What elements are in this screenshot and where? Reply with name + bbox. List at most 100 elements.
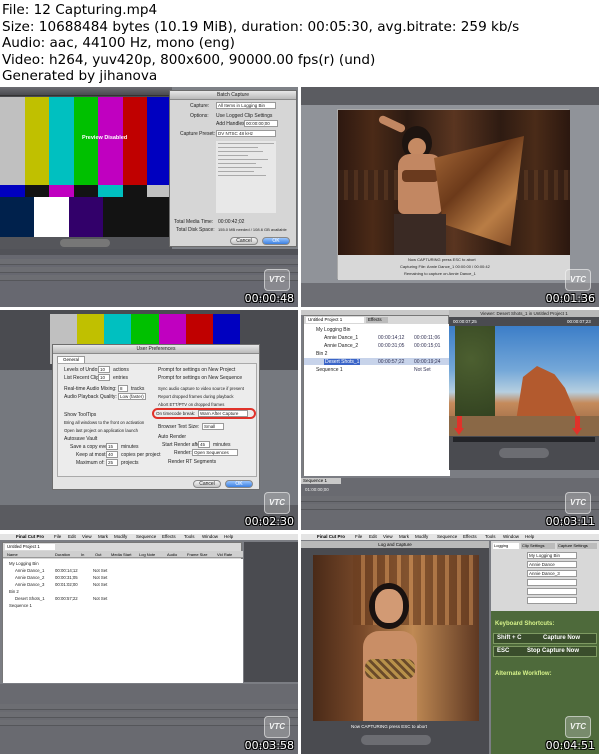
menu-file[interactable]: File	[54, 534, 61, 540]
menu-edit[interactable]: Edit	[369, 534, 377, 540]
show-tooltips-checkbox[interactable]: Show ToolTips	[64, 412, 96, 418]
col-vid-rate[interactable]: Vid Rate	[217, 551, 232, 558]
menu-view[interactable]: View	[82, 534, 92, 540]
menu-mark[interactable]: Mark	[399, 534, 409, 540]
levels-undo-field[interactable]: 10	[98, 366, 110, 373]
sync-audio-checkbox[interactable]: Sync audio capture to video source if pr…	[158, 386, 244, 391]
total-media-value: 00:00:42;02	[218, 219, 245, 225]
col-log-note[interactable]: Log Note	[139, 551, 155, 558]
prompt-sequence-checkbox[interactable]: Prompt for settings on New Sequence	[158, 375, 242, 381]
ok-button[interactable]: OK	[225, 480, 253, 488]
name-field[interactable]: Annie Dance_3	[527, 570, 577, 577]
row-name[interactable]: My Logging Bin	[9, 561, 39, 566]
clip-desert-1[interactable]: Desert Shots_1	[324, 359, 361, 365]
col-audio[interactable]: Audio	[167, 551, 177, 558]
capture-select[interactable]: All Items in Logging Bin	[216, 102, 276, 109]
capture-status-3: Remaining to capture on Annie Dance_1	[404, 271, 476, 276]
sequence-1[interactable]: Sequence 1	[316, 367, 343, 373]
tab-general[interactable]: General	[57, 356, 85, 363]
menu-help[interactable]: Help	[224, 534, 233, 540]
viewer-tc-left: 00:00:07;25	[453, 319, 477, 324]
tab-project[interactable]: Untitled Project 1	[5, 544, 55, 550]
transport-controls[interactable]	[361, 735, 431, 745]
preset-select[interactable]: DV NTSC 48 kHz	[216, 130, 276, 137]
menu-app[interactable]: Final Cut Pro	[16, 534, 44, 540]
row-name[interactable]: Annie Dance_2	[15, 575, 44, 580]
row-name[interactable]: Annie Dance_1	[15, 568, 44, 573]
menu-effects[interactable]: Effects	[463, 534, 477, 540]
menu-app[interactable]: Final Cut Pro	[317, 534, 345, 540]
handles-field[interactable]: 00:00:00;00	[244, 120, 278, 127]
log-bin-field[interactable]: My Logging Bin	[527, 552, 577, 559]
tab-logging[interactable]: Logging	[493, 543, 519, 549]
timecode-break-select[interactable]: Warn After Capture	[198, 410, 248, 417]
browser-text-select[interactable]: Small	[202, 423, 224, 430]
menu-tools[interactable]: Tools	[184, 534, 195, 540]
bring-windows-checkbox[interactable]: Bring all windows to the front on activa…	[64, 420, 144, 425]
menu-effects[interactable]: Effects	[162, 534, 176, 540]
options-label: Options:	[190, 113, 209, 119]
open-last-checkbox[interactable]: Open last project on application launch	[64, 428, 138, 433]
browser-window: Untitled Project 1 Name Duration In Out …	[2, 542, 243, 683]
reel-field[interactable]: Annie Dance	[527, 561, 577, 568]
transport-controls[interactable]	[499, 448, 549, 458]
menu-edit[interactable]: Edit	[68, 534, 76, 540]
menu-modify[interactable]: Modify	[415, 534, 428, 540]
clip-annie-1[interactable]: Annie Dance_1	[324, 335, 358, 341]
sequence-tab[interactable]: Sequence 1	[301, 478, 341, 484]
play-controls[interactable]	[60, 239, 110, 247]
file-name-line: File: 12 Capturing.mp4	[2, 2, 158, 18]
add-handles-option[interactable]: Add Handles:	[216, 121, 246, 127]
cancel-button[interactable]: Cancel	[193, 480, 221, 488]
keep-field[interactable]: 40	[106, 451, 118, 458]
menu-sequence[interactable]: Sequence	[136, 534, 156, 540]
audio-info-line: Audio: aac, 44100 Hz, mono (eng)	[2, 35, 235, 52]
max-field[interactable]: 25	[106, 459, 118, 466]
tab-project[interactable]: Untitled Project 1	[306, 317, 364, 323]
row-name[interactable]: Annie Dance_3	[15, 582, 44, 587]
col-media-start[interactable]: Media Start	[111, 551, 131, 558]
tab-effects[interactable]: Effects	[366, 317, 388, 323]
col-name[interactable]: Name	[7, 551, 18, 558]
tab-clip-settings[interactable]: Clip Settings	[521, 543, 555, 549]
tab-capture-settings[interactable]: Capture Settings	[557, 543, 597, 549]
report-frames-checkbox[interactable]: Report dropped frames during playback	[158, 394, 233, 399]
ok-button[interactable]: OK	[262, 237, 290, 245]
use-logged-clip-option[interactable]: Use Logged Clip Settings	[216, 113, 272, 119]
row-name[interactable]: Sequence 1	[9, 603, 32, 608]
abort-etc-checkbox[interactable]: Abort ETT/PTV on dropped frames	[158, 402, 224, 407]
col-frame-size[interactable]: Frame Size	[187, 551, 207, 558]
col-in[interactable]: In	[81, 551, 84, 558]
auto-render-checkbox[interactable]: Auto Render	[158, 434, 186, 440]
menu-sequence[interactable]: Sequence	[437, 534, 457, 540]
save-copy-field[interactable]: 15	[106, 443, 118, 450]
menu-mark[interactable]: Mark	[98, 534, 108, 540]
render-rt-checkbox[interactable]: Render RT Segments	[168, 459, 216, 465]
recent-clips-unit: entries	[113, 375, 129, 381]
menu-tools[interactable]: Tools	[485, 534, 496, 540]
menu-modify[interactable]: Modify	[114, 534, 127, 540]
menu-window[interactable]: Window	[503, 534, 519, 540]
render-select[interactable]: Open Sequences	[192, 449, 238, 456]
clip-annie-2[interactable]: Annie Dance_2	[324, 343, 358, 349]
vtc-watermark: VTC	[565, 269, 591, 291]
autosave-checkbox[interactable]: Autosave Vault	[64, 436, 97, 442]
recent-clips-field[interactable]: 10	[98, 374, 110, 381]
thumbnail-4: Untitled Project 1 Effects My Logging Bi…	[301, 310, 599, 530]
col-duration[interactable]: Duration	[55, 551, 70, 558]
start-render-field[interactable]: 45	[198, 441, 210, 448]
menu-view[interactable]: View	[383, 534, 393, 540]
row-name[interactable]: Bin 2	[9, 589, 19, 594]
bin-my-logging[interactable]: My Logging Bin	[316, 327, 350, 333]
bin-2[interactable]: Bin 2	[316, 351, 327, 357]
row-name[interactable]: Desert Shots_1	[15, 596, 45, 601]
menu-window[interactable]: Window	[202, 534, 218, 540]
scrubber-bar[interactable]	[453, 437, 595, 442]
playback-quality-select[interactable]: Low (faster)	[118, 393, 146, 400]
menu-file[interactable]: File	[355, 534, 362, 540]
mixing-field[interactable]: 8	[118, 385, 128, 392]
cancel-button[interactable]: Cancel	[230, 237, 258, 245]
menu-help[interactable]: Help	[525, 534, 534, 540]
prompt-project-checkbox[interactable]: Prompt for settings on New Project	[158, 367, 235, 373]
col-out[interactable]: Out	[95, 551, 101, 558]
